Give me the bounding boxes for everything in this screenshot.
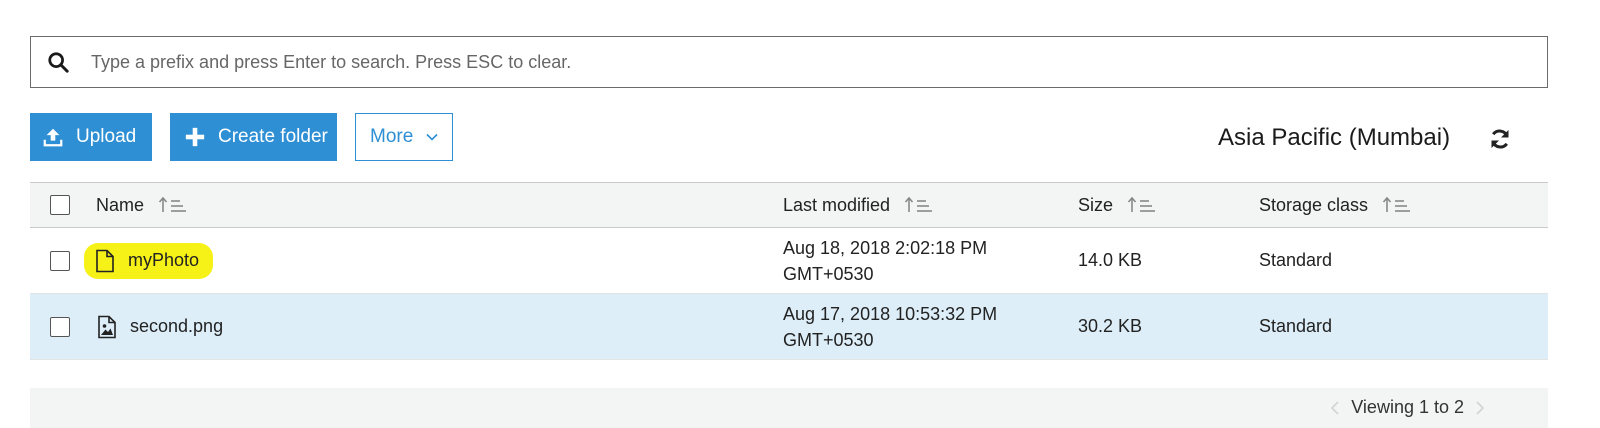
image-file-icon (98, 315, 116, 338)
column-header-storage-class[interactable]: Storage class (1259, 183, 1412, 227)
sort-icon[interactable] (904, 195, 934, 215)
search-bar[interactable] (30, 36, 1548, 88)
create-folder-label: Create folder (218, 126, 328, 147)
file-link-myphoto[interactable]: myPhoto (84, 242, 214, 279)
last-modified-date: Aug 17, 2018 10:53:32 PM (783, 303, 998, 324)
file-icon (96, 249, 114, 272)
sort-icon[interactable] (1382, 195, 1412, 215)
create-folder-button[interactable]: Create folder (170, 113, 337, 161)
file-link-second-png[interactable]: second.png (96, 315, 223, 339)
last-modified-date: Aug 18, 2018 2:02:18 PM (783, 237, 988, 258)
column-header-name[interactable]: Name (96, 183, 188, 227)
chevron-down-icon (426, 133, 438, 141)
last-modified-timezone: GMT+0530 (783, 329, 874, 350)
size-cell: 30.2 KB (1078, 316, 1143, 336)
refresh-icon[interactable] (1488, 127, 1512, 151)
column-header-last-modified[interactable]: Last modified (783, 183, 934, 227)
objects-table: Name Last modified Size Storage class my… (30, 182, 1548, 360)
file-name: myPhoto (128, 250, 200, 270)
table-row[interactable]: myPhoto Aug 18, 2018 2:02:18 PM GMT+0530… (30, 228, 1548, 294)
column-storage-class-label: Storage class (1259, 194, 1369, 215)
table-row[interactable]: second.png Aug 17, 2018 10:53:32 PM GMT+… (30, 294, 1548, 360)
row-checkbox[interactable] (50, 250, 70, 271)
table-footer: Viewing 1 to 2 (30, 388, 1548, 428)
upload-label: Upload (76, 126, 137, 147)
table-header: Name Last modified Size Storage class (30, 182, 1548, 228)
pagination: Viewing 1 to 2 (1329, 397, 1486, 418)
more-label: More (370, 126, 414, 147)
sort-icon[interactable] (158, 195, 188, 215)
sort-icon[interactable] (1127, 195, 1157, 215)
region-label: Asia Pacific (Mumbai) (1218, 124, 1451, 151)
file-name: second.png (130, 316, 224, 336)
chevron-left-icon[interactable] (1329, 400, 1341, 416)
row-checkbox[interactable] (50, 316, 70, 337)
more-dropdown-button[interactable]: More (355, 113, 453, 161)
storage-class-cell: Standard (1259, 316, 1333, 336)
storage-class-cell: Standard (1259, 250, 1333, 270)
upload-button[interactable]: Upload (30, 113, 152, 161)
column-last-modified-label: Last modified (783, 195, 891, 215)
plus-icon (185, 127, 205, 147)
last-modified-cell: Aug 17, 2018 10:53:32 PM GMT+0530 (783, 294, 997, 359)
search-input[interactable] (89, 50, 1547, 74)
upload-icon (43, 128, 63, 147)
last-modified-cell: Aug 18, 2018 2:02:18 PM GMT+0530 (783, 228, 987, 293)
search-icon (48, 52, 69, 73)
column-size-label: Size (1078, 194, 1114, 215)
column-header-size[interactable]: Size (1078, 183, 1157, 227)
column-name-label: Name (96, 194, 145, 215)
chevron-right-icon[interactable] (1474, 400, 1486, 416)
name-cell: second.png (96, 294, 223, 359)
viewing-range-text: Viewing 1 to 2 (1351, 397, 1464, 417)
last-modified-timezone: GMT+0530 (783, 263, 874, 284)
size-cell: 14.0 KB (1078, 250, 1143, 270)
name-cell: myPhoto (84, 228, 214, 293)
select-all-checkbox[interactable] (50, 195, 70, 215)
